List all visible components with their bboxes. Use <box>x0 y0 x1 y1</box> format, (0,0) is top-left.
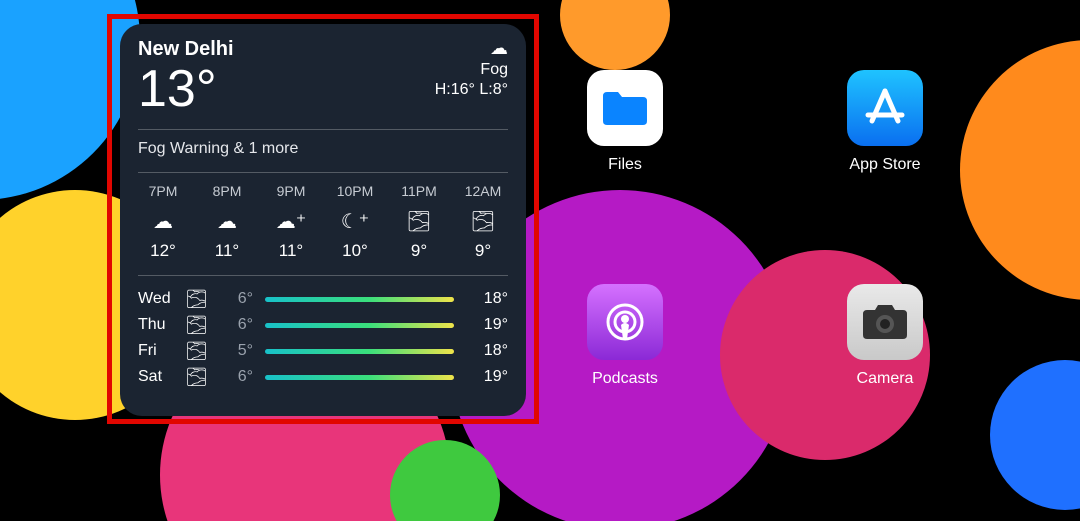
temp-range-bar <box>265 297 454 302</box>
hour-item: 11PM 🌫 9° <box>394 183 444 261</box>
day-row: Sat 🌫 6° 19° <box>138 364 508 390</box>
fog-icon: ☁ <box>435 38 508 59</box>
app-label: App Store <box>820 156 950 174</box>
hour-time: 7PM <box>138 183 188 199</box>
weather-widget[interactable]: New Delhi 13° ☁ Fog H:16° L:8° Fog Warni… <box>120 24 526 416</box>
camera-icon <box>847 284 923 360</box>
fog-icon: 🌫 <box>185 367 219 388</box>
divider <box>138 129 508 130</box>
weather-city: New Delhi <box>138 38 234 61</box>
day-label: Thu <box>138 316 185 334</box>
podcasts-icon <box>587 284 663 360</box>
app-label: Podcasts <box>560 370 690 388</box>
weather-temp: 13° <box>138 63 234 115</box>
app-podcasts[interactable]: Podcasts <box>560 284 690 388</box>
app-files[interactable]: Files <box>560 70 690 174</box>
hour-time: 8PM <box>202 183 252 199</box>
fog-icon: 🌫 <box>185 341 219 362</box>
hour-temp: 11° <box>202 241 252 261</box>
divider <box>138 172 508 173</box>
bokeh-circle <box>990 360 1080 510</box>
weather-condition: Fog <box>435 61 508 79</box>
hour-time: 12AM <box>458 183 508 199</box>
hour-temp: 12° <box>138 241 188 261</box>
hour-temp: 10° <box>330 241 380 261</box>
day-low: 6° <box>219 368 253 386</box>
app-label: Camera <box>820 370 950 388</box>
day-row: Wed 🌫 6° 18° <box>138 286 508 312</box>
moon-icon: ☾⁺ <box>330 209 380 231</box>
day-high: 18° <box>466 290 508 308</box>
app-label: Files <box>560 156 690 174</box>
hour-temp: 9° <box>458 241 508 261</box>
fog-icon: 🌫 <box>185 315 219 336</box>
home-screen-apps: Files App Store Podcasts Camera <box>560 70 990 498</box>
cloud-night-icon: ☁⁺ <box>266 209 316 231</box>
appstore-icon <box>847 70 923 146</box>
hour-time: 9PM <box>266 183 316 199</box>
app-camera[interactable]: Camera <box>820 284 950 388</box>
weather-warning[interactable]: Fog Warning & 1 more <box>138 140 508 158</box>
hour-item: 7PM ☁ 12° <box>138 183 188 261</box>
daily-forecast: Wed 🌫 6° 18° Thu 🌫 6° 19° Fri 🌫 5° 18° S… <box>138 286 508 390</box>
day-low: 6° <box>219 316 253 334</box>
app-appstore[interactable]: App Store <box>820 70 950 174</box>
day-low: 6° <box>219 290 253 308</box>
bokeh-circle <box>560 0 670 70</box>
hour-temp: 9° <box>394 241 444 261</box>
fog-icon: 🌫 <box>458 209 508 231</box>
temp-range-bar <box>265 375 454 380</box>
temp-range-bar <box>265 349 454 354</box>
day-label: Sat <box>138 368 185 386</box>
hour-item: 9PM ☁⁺ 11° <box>266 183 316 261</box>
weather-hi-lo: H:16° L:8° <box>435 81 508 99</box>
temp-range-bar <box>265 323 454 328</box>
hour-item: 12AM 🌫 9° <box>458 183 508 261</box>
day-high: 19° <box>466 368 508 386</box>
cloud-icon: ☁ <box>138 209 188 231</box>
day-row: Fri 🌫 5° 18° <box>138 338 508 364</box>
day-low: 5° <box>219 342 253 360</box>
files-icon <box>587 70 663 146</box>
day-high: 19° <box>466 316 508 334</box>
day-label: Wed <box>138 290 185 308</box>
divider <box>138 275 508 276</box>
hour-temp: 11° <box>266 241 316 261</box>
hour-time: 10PM <box>330 183 380 199</box>
hourly-forecast: 7PM ☁ 12° 8PM ☁ 11° 9PM ☁⁺ 11° 10PM ☾⁺ 1… <box>138 183 508 261</box>
hour-item: 8PM ☁ 11° <box>202 183 252 261</box>
hour-item: 10PM ☾⁺ 10° <box>330 183 380 261</box>
fog-icon: 🌫 <box>185 289 219 310</box>
fog-icon: 🌫 <box>394 209 444 231</box>
day-high: 18° <box>466 342 508 360</box>
cloud-icon: ☁ <box>202 209 252 231</box>
hour-time: 11PM <box>394 183 444 199</box>
day-row: Thu 🌫 6° 19° <box>138 312 508 338</box>
day-label: Fri <box>138 342 185 360</box>
